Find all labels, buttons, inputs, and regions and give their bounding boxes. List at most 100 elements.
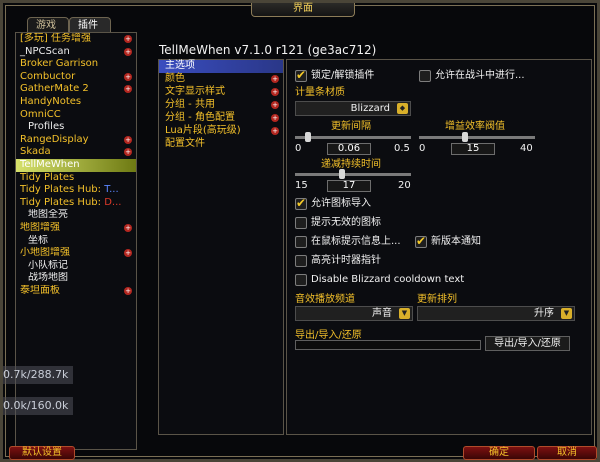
addon-item-label: 地图增强 [20, 221, 60, 233]
addon-item-label: GatherMate 2 [20, 83, 89, 95]
category-list[interactable]: 主选项 颜色 + 文字显示样式 + 分组 - 共用 + 分组 - 角色配置 + Lua片段(高玩级… [158, 59, 284, 435]
category-item-label: 分组 - 角色配置 [165, 112, 235, 123]
bar-texture-label: 计量条材质 [295, 87, 345, 98]
addon-title: TellMeWhen v7.1.0 r121 (ge3ac712) [159, 43, 377, 57]
addon-item[interactable]: HandyNotes [16, 96, 136, 109]
addon-item[interactable]: Tidy Plates Hub: T... [16, 184, 136, 197]
addon-item[interactable]: Profiles [16, 121, 136, 134]
warn-invalid-icons-checkbox[interactable] [295, 217, 307, 229]
interface-options-window: 界面 游戏 插件 [多玩] 任务增强 + _NPCScan + Broker Garri… [0, 0, 600, 462]
category-item-label: 分组 - 共用 [165, 99, 215, 110]
expand-icon[interactable]: + [271, 101, 279, 109]
addon-item[interactable]: _NPCScan + [16, 46, 136, 59]
expand-icon[interactable]: + [271, 114, 279, 122]
sound-channel-value: 声音 [372, 308, 392, 319]
category-item[interactable]: 主选项 [159, 60, 283, 73]
allow-in-combat-checkbox[interactable] [419, 70, 431, 82]
category-item[interactable]: 分组 - 共用 + [159, 99, 283, 112]
export-import-button[interactable]: 导出/导入/还原 [485, 336, 570, 351]
addon-item-label: Combuctor [20, 70, 76, 82]
category-item[interactable]: 文字显示样式 + [159, 86, 283, 99]
effect-threshold-value[interactable]: 15 [451, 143, 495, 155]
allow-icon-import-checkbox[interactable] [295, 196, 307, 210]
addon-item[interactable]: 泰坦面板 + [16, 285, 136, 298]
bar-texture-dropdown[interactable]: Blizzard ◆ [295, 101, 411, 116]
new-version-notice-checkbox[interactable] [415, 234, 427, 248]
addon-item[interactable]: Broker Garrison [16, 58, 136, 71]
addon-item[interactable]: 地图增强 + [16, 222, 136, 235]
expand-icon[interactable]: + [271, 88, 279, 96]
update-interval-value[interactable]: 0.06 [327, 143, 371, 155]
update-interval-slider[interactable] [295, 132, 411, 142]
dropdown-arrow-icon: ◆ [397, 103, 408, 114]
addon-item[interactable]: 地图全亮 [16, 209, 136, 222]
mouseover-tooltip-label: 在鼠标提示信息上... [311, 236, 401, 247]
warn-invalid-icons-label: 提示无效的图标 [311, 217, 381, 228]
expand-icon[interactable]: + [124, 47, 132, 56]
decay-duration-max: 20 [398, 180, 411, 191]
expand-icon[interactable]: + [124, 286, 132, 295]
addon-item-label: TellMeWhen [20, 158, 80, 170]
slider-thumb[interactable] [462, 132, 468, 142]
disable-blizzard-cd-checkbox[interactable] [295, 274, 307, 286]
expand-icon[interactable]: + [124, 249, 132, 258]
sound-channel-label: 音效播放频道 [295, 294, 355, 305]
category-item[interactable]: 颜色 + [159, 73, 283, 86]
expand-icon[interactable]: + [271, 75, 279, 83]
effect-threshold-slider[interactable] [419, 132, 535, 142]
addon-item-label: OmniCC [20, 108, 61, 120]
addon-item[interactable]: GatherMate 2 + [16, 83, 136, 96]
mouseover-tooltip-checkbox[interactable] [295, 236, 307, 248]
slider-thumb[interactable] [339, 169, 345, 179]
export-import-input[interactable] [295, 340, 481, 350]
addon-item[interactable]: TellMeWhen [16, 158, 136, 172]
sound-channel-dropdown[interactable]: 声音 ▼ [295, 306, 413, 321]
slider-thumb[interactable] [305, 132, 311, 142]
addon-item[interactable]: 坐标 [16, 235, 136, 248]
category-item[interactable]: 分组 - 角色配置 + [159, 112, 283, 125]
addon-item[interactable]: OmniCC [16, 109, 136, 122]
decay-duration-slider[interactable] [295, 169, 411, 179]
window-title: 界面 [251, 3, 355, 17]
highlight-timer-checkbox[interactable] [295, 255, 307, 267]
expand-icon[interactable]: + [124, 223, 132, 232]
decay-duration-label: 递减持续时间 [321, 159, 381, 170]
expand-icon[interactable]: + [124, 72, 132, 81]
addon-item[interactable]: RangeDisplay + [16, 134, 136, 147]
update-order-value: 升序 [534, 308, 554, 319]
expand-icon[interactable]: + [124, 148, 132, 157]
disable-blizzard-cd-label: Disable Blizzard cooldown text [311, 274, 465, 285]
category-item-label: 文字显示样式 [165, 86, 225, 97]
cancel-button[interactable]: 取消 [537, 446, 597, 460]
expand-icon[interactable]: + [124, 85, 132, 94]
allow-in-combat-label: 允许在战斗中进行... [435, 70, 525, 81]
expand-icon[interactable]: + [271, 127, 279, 135]
tab-addons[interactable]: 插件 [69, 17, 111, 33]
update-order-label: 更新排列 [417, 294, 457, 305]
lock-unlock-label: 锁定/解锁插件 [311, 70, 375, 81]
addon-item[interactable]: 战场地图 [16, 272, 136, 285]
addon-item-label: Broker Garrison [20, 58, 99, 70]
decay-duration-value[interactable]: 17 [327, 180, 371, 192]
update-interval-label: 更新间隔 [331, 121, 371, 132]
dropdown-arrow-icon: ▼ [399, 308, 410, 319]
category-item[interactable]: Lua片段(高玩级) + [159, 125, 283, 138]
addon-item-label: 坐标 [28, 234, 48, 246]
expand-icon[interactable]: + [124, 35, 132, 43]
addon-item[interactable]: [多玩] 任务增强 + [16, 33, 136, 46]
tab-game[interactable]: 游戏 [27, 17, 69, 33]
expand-icon[interactable]: + [124, 135, 132, 144]
addon-item[interactable]: Tidy Plates [16, 172, 136, 185]
update-order-dropdown[interactable]: 升序 ▼ [417, 306, 575, 321]
addon-list[interactable]: [多玩] 任务增强 + _NPCScan + Broker Garrison Combuc… [15, 32, 137, 450]
ok-button[interactable]: 确定 [463, 446, 535, 460]
addon-item[interactable]: 小地图增强 + [16, 247, 136, 260]
addon-item[interactable]: 小队标记 [16, 260, 136, 273]
defaults-button[interactable]: 默认设置 [9, 446, 75, 460]
addon-item-label: Tidy Plates Hub: [20, 196, 105, 208]
lock-unlock-checkbox[interactable] [295, 68, 307, 82]
addon-item[interactable]: Skada + [16, 146, 136, 159]
addon-item[interactable]: Tidy Plates Hub: D... [16, 197, 136, 210]
addon-item[interactable]: Combuctor + [16, 71, 136, 84]
category-item[interactable]: 配置文件 [159, 138, 283, 151]
